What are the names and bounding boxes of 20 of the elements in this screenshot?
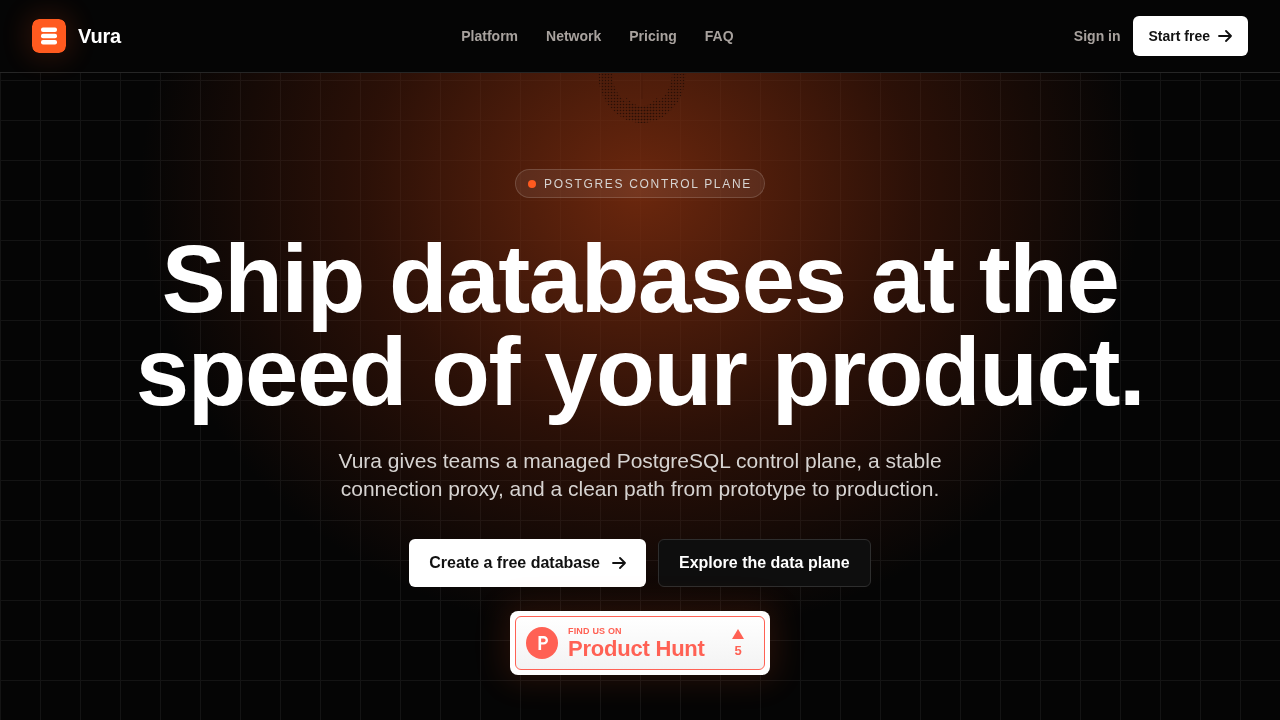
- nav-link[interactable]: FAQ: [704, 25, 734, 47]
- sign-in-link[interactable]: Sign in: [1073, 25, 1121, 47]
- explore-button[interactable]: Explore the data plane: [658, 539, 871, 587]
- nav-link[interactable]: Platform: [461, 25, 519, 47]
- start-free-button[interactable]: Start free: [1132, 16, 1248, 56]
- upvote-triangle-icon: [732, 629, 744, 639]
- logo-icon: [32, 19, 66, 53]
- nav-link[interactable]: Pricing: [629, 25, 677, 47]
- vote-count: 5: [734, 644, 742, 657]
- product-hunt-name: Product Hunt: [568, 637, 705, 660]
- brand-name[interactable]: Vura: [78, 21, 121, 51]
- product-hunt-eyebrow: FIND US ON: [568, 626, 623, 636]
- product-hunt-logo-icon: [526, 627, 558, 659]
- arrow-right-icon: [612, 557, 626, 569]
- create-database-button[interactable]: Create a free database: [409, 539, 646, 587]
- badge-text: POSTGRES CONTROL PLANE: [544, 175, 752, 193]
- nav-link[interactable]: Network: [546, 25, 602, 47]
- arrow-right-icon: [1218, 30, 1232, 42]
- hero-description: Vura gives teams a managed PostgreSQL control plane, a stable connection proxy, and a clean path from prototype to production.: [337, 448, 943, 502]
- hero-headline: Ship databases at the speed of your product.: [135, 232, 1145, 427]
